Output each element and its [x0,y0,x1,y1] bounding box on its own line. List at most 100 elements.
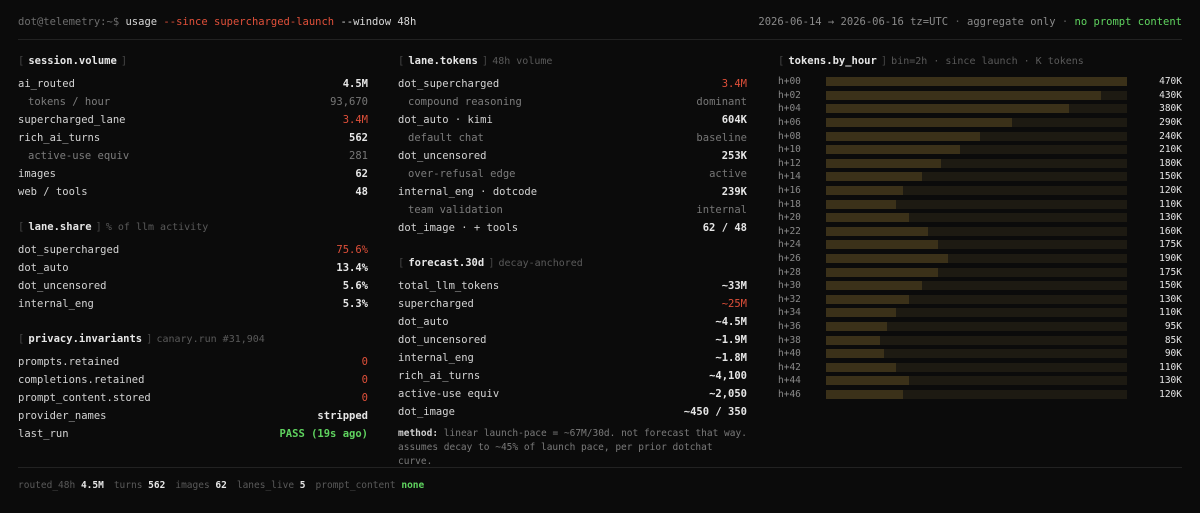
hour-bar-row: h+10 210K [778,143,1182,157]
section-subtitle: bin=2h · since launch · K tokens [891,56,1084,67]
metric-row: active-use equiv 281 [18,147,368,165]
metric-row: dot_auto 13.4% [18,259,368,277]
footer-divider [18,467,1182,468]
metric-label: total_llm_tokens [398,280,500,292]
metric-label: active-use equiv [398,388,500,400]
bar-track [826,389,1127,399]
hour-label: h+30 [778,280,801,292]
metric-row: dot_image · + tools 62 / 48 [398,219,747,237]
header-divider [18,39,1182,40]
hour-bar-row: h+16 120K [778,184,1182,198]
hour-label: h+44 [778,375,801,387]
metric-row: tokens / hour 93,670 [18,93,368,111]
hour-label: h+32 [778,293,801,305]
metric-value: active [709,168,747,180]
hour-bar-row: h+06 290K [778,116,1182,130]
bar-track [826,186,1127,196]
section-subtitle: % of llm activity [105,222,209,233]
hour-bar-row: h+30 150K [778,279,1182,293]
metric-label: dot_uncensored [398,334,487,346]
metric-label: web / tools [18,186,88,198]
metric-label: dot_auto [18,262,69,274]
metric-label: rich_ai_turns [18,132,101,144]
metric-label: dot_image · + tools [398,222,519,234]
metric-label: team validation [408,204,503,216]
hour-bar-row: h+44 130K [778,374,1182,388]
bar-value: 240K [1159,130,1182,142]
metric-row: dot_auto · kimi 604K [398,111,747,129]
bar-value: 130K [1159,375,1182,387]
flag-window: --window [340,16,392,28]
metric-value: 562 [349,132,368,144]
metric-value: ~4.5M [715,316,747,328]
metric-value: 239K [721,186,747,198]
privacy-list: prompts.retained 0 completions.retained 0 pr… [18,353,368,443]
bar-fill [826,240,939,250]
metric-row: dot_uncensored ~1.9M [398,331,747,349]
status-separator: · [954,16,961,28]
footer-value: 5 [299,480,306,491]
metric-row: supercharged ~25M [398,295,747,313]
bar-track [826,267,1127,277]
metric-label: internal_eng · dotcode [398,186,538,198]
bar-fill [826,104,1070,114]
forecast-method-note: method: linear launch-pace = ~67M/30d. n… [398,427,747,469]
metric-value: ~4,100 [709,370,747,382]
footer-key: prompt_content [315,480,396,491]
metric-label: prompts.retained [18,356,120,368]
status-separator: · [1061,16,1069,28]
bar-value: 380K [1159,103,1182,115]
metric-label: dot_auto · kimi [398,114,493,126]
aggregate-mode: aggregate only [967,16,1056,28]
metric-value: 604K [721,114,747,126]
bar-value: 160K [1159,225,1182,237]
metric-row: dot_image ~450 / 350 [398,403,747,421]
bar-fill [826,321,887,331]
footer-value: none [401,480,425,491]
hour-bar-row: h+36 95K [778,320,1182,334]
section-header-forecast: [forecast.30d] decay-anchored [398,257,583,269]
middle-column: [lane.tokens] 48h volume dot_supercharged… [398,52,747,469]
hour-bar-row: h+32 130K [778,293,1182,307]
bar-fill [826,90,1102,100]
hour-label: h+12 [778,157,801,169]
metric-row: dot_uncensored 253K [398,147,747,165]
bar-fill [826,376,910,386]
metric-value: ~1.8M [715,352,747,364]
hour-label: h+06 [778,117,801,129]
metric-row: internal_eng 5.3% [18,295,368,313]
hour-bar-row: h+08 240K [778,129,1182,143]
section-title: tokens.by_hour [788,55,877,67]
metric-value: 4.5M [342,78,368,90]
flag-since: --since [163,16,208,28]
section-subtitle: decay-anchored [498,258,583,269]
section-header-tokens-by-hour: [tokens.by_hour] bin=2h · since launch · … [778,55,1084,67]
footer-key: turns [113,480,143,491]
hour-bar-row: h+04 380K [778,102,1182,116]
bar-track [826,90,1127,100]
bar-value: 85K [1164,334,1182,346]
metric-label: provider_names [18,410,107,422]
bar-track [826,77,1127,87]
hour-bar-row: h+00 470K [778,75,1182,89]
bar-fill [826,118,1012,128]
bar-value: 150K [1159,171,1182,183]
metric-value: stripped [317,410,368,422]
left-column: [session.volume] ai_routed 4.5M tokens / h… [18,52,368,443]
right-column: [tokens.by_hour] bin=2h · since launch · … [778,52,1182,401]
metric-value: 3.4M [721,78,747,90]
hour-label: h+18 [778,198,801,210]
metric-value: PASS (19s ago) [279,428,368,440]
bar-track [826,254,1127,264]
metric-label: dot_supercharged [18,244,120,256]
lane-share-list: dot_supercharged 75.6% dot_auto 13.4% dot_un… [18,241,368,313]
bar-track [826,131,1127,141]
metric-value: ~1.9M [715,334,747,346]
hour-label: h+16 [778,185,801,197]
metric-label: completions.retained [18,374,145,386]
bar-value: 130K [1159,212,1182,224]
bar-value: 110K [1159,307,1182,319]
metric-row: provider_names stripped [18,407,368,425]
metric-row: last_run PASS (19s ago) [18,425,368,443]
hour-label: h+20 [778,212,801,224]
